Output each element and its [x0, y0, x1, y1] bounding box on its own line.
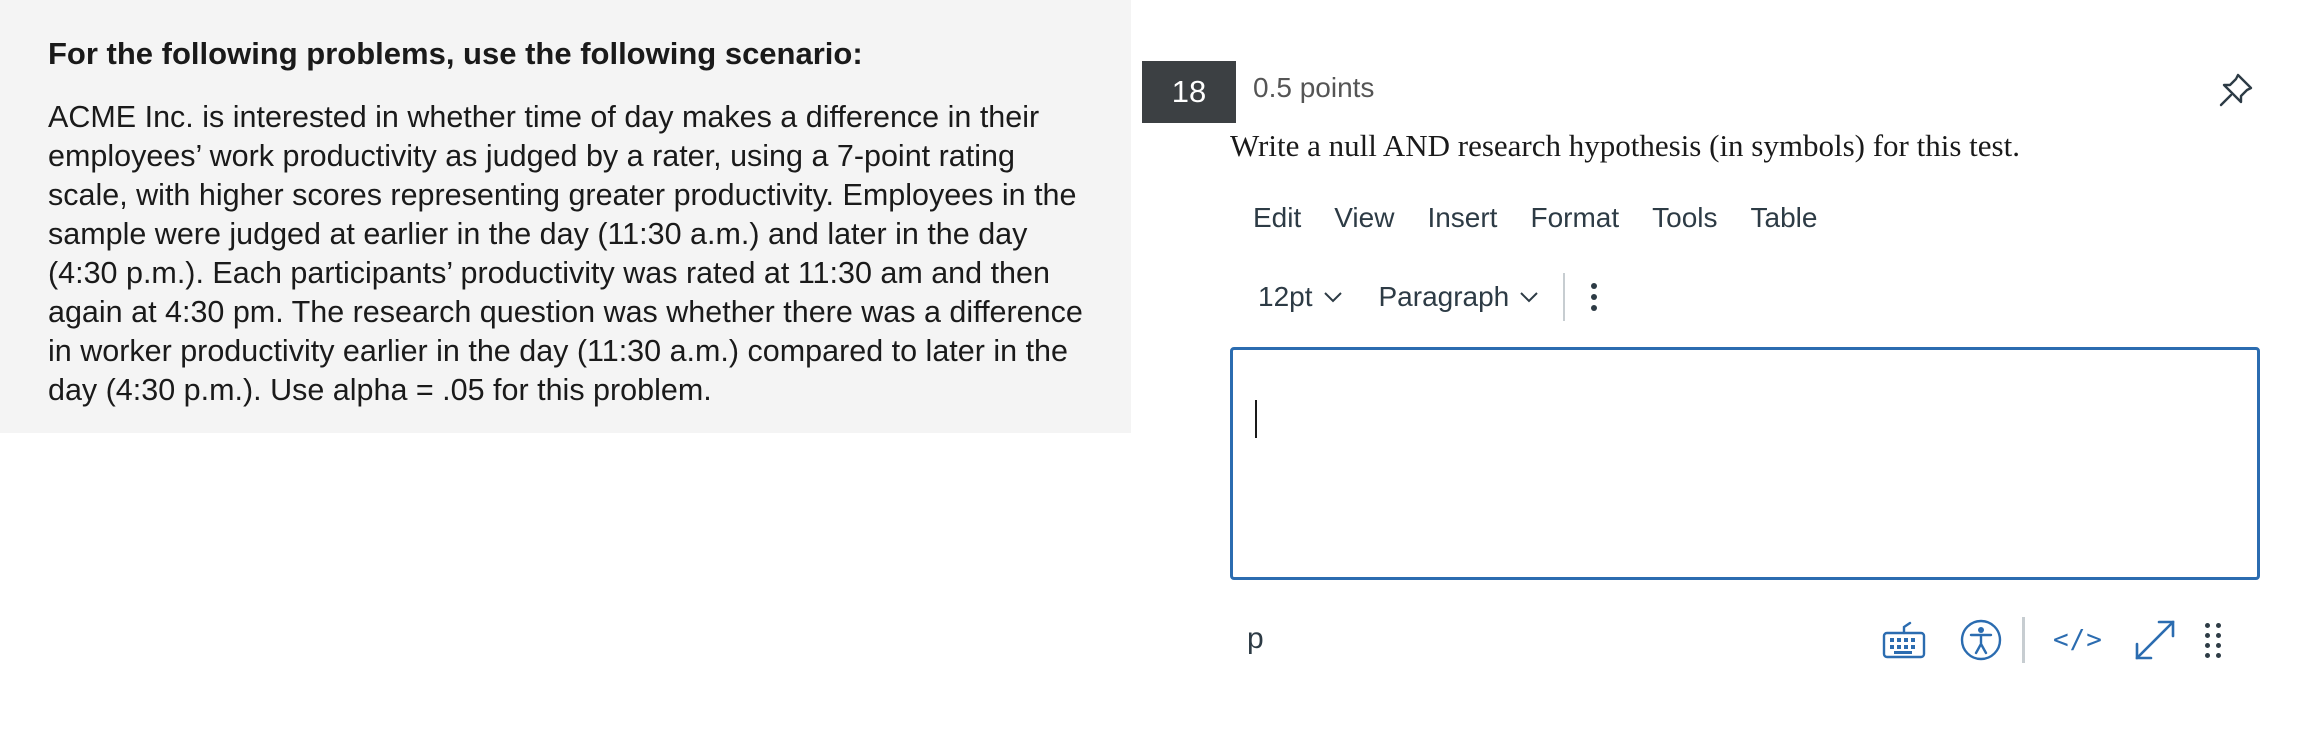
- block-format-value: Paragraph: [1378, 281, 1510, 312]
- scenario-panel: For the following problems, use the foll…: [0, 0, 1131, 433]
- pin-icon[interactable]: [2216, 70, 2256, 110]
- kebab-icon[interactable]: [1591, 283, 1598, 311]
- fullscreen-icon[interactable]: [2133, 618, 2177, 662]
- quiz-page: For the following problems, use the foll…: [0, 0, 2298, 756]
- question-number: 18: [1142, 61, 1236, 123]
- editor-statusbar-icons: </>: [1882, 612, 2222, 668]
- font-size-value: 12pt: [1258, 281, 1313, 312]
- menu-view[interactable]: View: [1334, 202, 1394, 234]
- html-code-icon[interactable]: </>: [2053, 625, 2103, 655]
- editor-menubar: Edit View Insert Format Tools Table: [1253, 202, 1850, 234]
- menu-format[interactable]: Format: [1530, 202, 1619, 234]
- question-text: Write a null AND research hypothesis (in…: [1230, 128, 2020, 163]
- scenario-text: ACME Inc. is interested in whether time …: [48, 100, 1083, 407]
- text-caret: [1255, 400, 1257, 438]
- menu-insert[interactable]: Insert: [1427, 202, 1497, 234]
- block-format-select[interactable]: Paragraph: [1379, 281, 1540, 313]
- element-path[interactable]: p: [1247, 622, 1264, 656]
- menu-edit[interactable]: Edit: [1253, 202, 1301, 234]
- scenario-heading: For the following problems, use the foll…: [48, 36, 863, 71]
- resize-grip-icon[interactable]: [2204, 622, 2222, 658]
- menu-table[interactable]: Table: [1751, 202, 1818, 234]
- accessibility-icon[interactable]: [1960, 619, 2002, 661]
- chevron-down-icon: [1323, 292, 1342, 303]
- menu-tools[interactable]: Tools: [1652, 202, 1717, 234]
- font-size-select[interactable]: 12pt: [1258, 281, 1343, 313]
- question-points: 0.5 points: [1253, 72, 1375, 103]
- statusbar-divider: [2022, 617, 2025, 663]
- toolbar-divider: [1563, 273, 1566, 321]
- chevron-down-icon: [1520, 292, 1538, 303]
- rich-text-editor[interactable]: [1230, 347, 2260, 580]
- keyboard-icon[interactable]: [1882, 621, 1926, 659]
- editor-toolbar: 12pt Paragraph: [1258, 272, 1598, 322]
